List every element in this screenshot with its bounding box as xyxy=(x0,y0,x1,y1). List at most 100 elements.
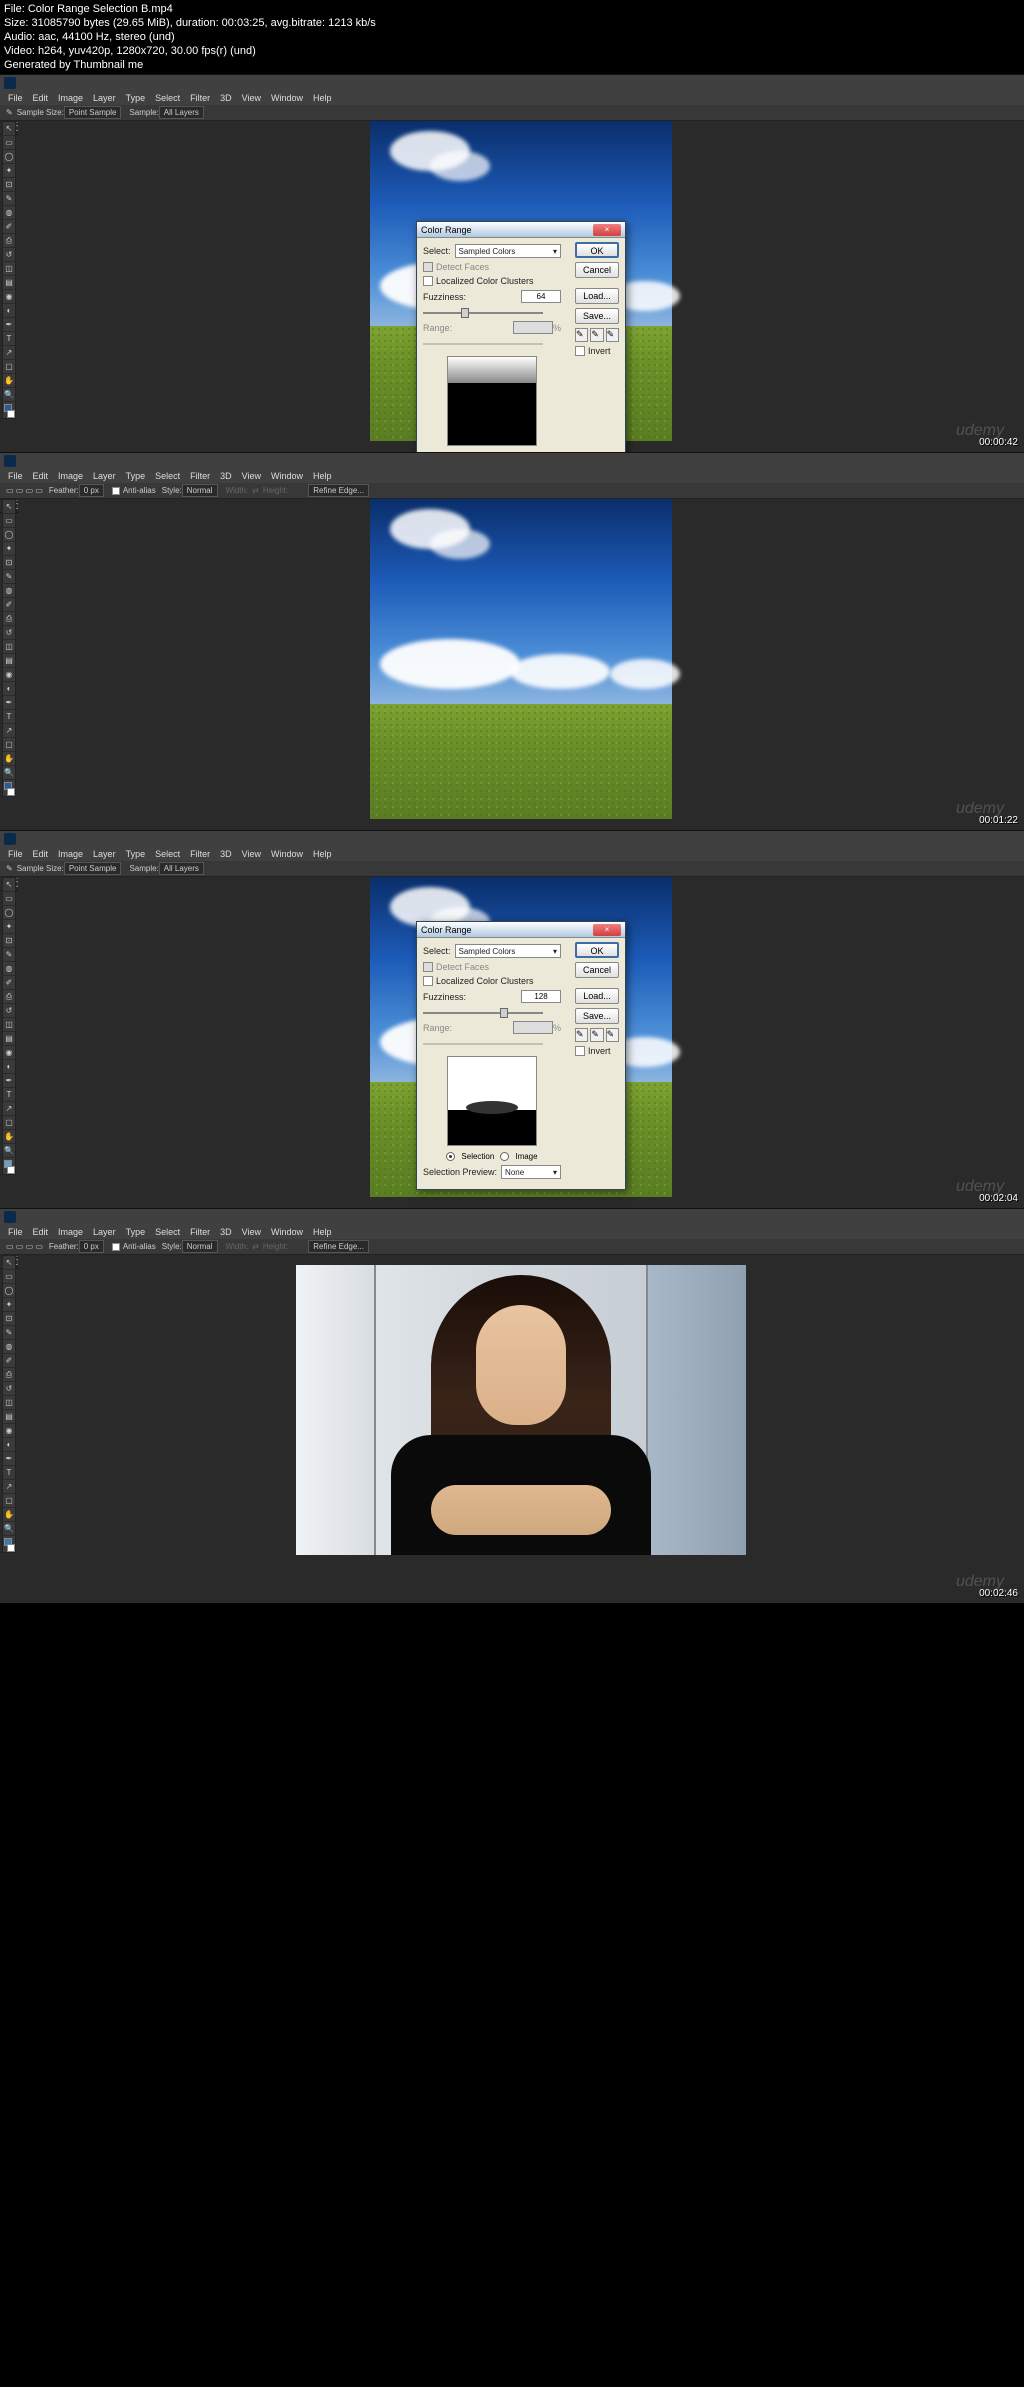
detect-faces-checkbox xyxy=(423,262,433,272)
save-button[interactable]: Save... xyxy=(575,1008,619,1024)
sample-label: Sample: xyxy=(129,108,158,117)
color-range-dialog[interactable]: Color Range × Select: Sampled Colors▾ De… xyxy=(416,221,626,490)
selection-preview xyxy=(447,356,537,446)
menu-edit[interactable]: Edit xyxy=(33,93,49,103)
eyedropper-tool-icon[interactable]: ✎ xyxy=(3,192,15,206)
feather-input[interactable]: 0 px xyxy=(79,484,104,497)
close-icon[interactable]: × xyxy=(593,924,621,936)
load-button[interactable]: Load... xyxy=(575,988,619,1004)
toolbox[interactable]: ↖▭◯✦⊡✎◍✐⎙↺◫▤◉◐✒T↗▢✋🔍 xyxy=(2,1255,16,1553)
move-tool-icon[interactable]: ↖ xyxy=(3,122,15,136)
lasso-tool-icon[interactable]: ◯ xyxy=(3,150,15,164)
menu-window[interactable]: Window xyxy=(271,93,303,103)
eyedropper-icon[interactable]: ✎ xyxy=(575,328,588,342)
wand-tool-icon[interactable]: ✦ xyxy=(3,164,15,178)
selection-preview xyxy=(447,1056,537,1146)
select-dropdown[interactable]: Sampled Colors▾ xyxy=(455,244,561,258)
close-icon[interactable]: × xyxy=(593,224,621,236)
frame-2: FileEditImageLayerTypeSelectFilter3DView… xyxy=(0,452,1024,830)
range-input xyxy=(513,321,553,334)
frame-4: FileEditImageLayerTypeSelectFilter3DView… xyxy=(0,1208,1024,1603)
document-image xyxy=(296,1265,746,1555)
document-image xyxy=(370,499,672,819)
load-button[interactable]: Load... xyxy=(575,288,619,304)
shape-tool-icon[interactable]: ▢ xyxy=(3,360,15,374)
dialog-title-text: Color Range xyxy=(421,225,472,235)
invert-label: Invert xyxy=(588,346,611,356)
menu-file[interactable]: File xyxy=(8,93,23,103)
ok-button[interactable]: OK xyxy=(575,942,619,958)
toolbox[interactable]: ↖▭◯✦⊡✎◍✐⎙↺◫▤◉◐✒T↗▢✋🔍 xyxy=(2,499,16,797)
eyedropper-minus-icon[interactable]: ✎ xyxy=(606,328,619,342)
save-button[interactable]: Save... xyxy=(575,308,619,324)
menu-layer[interactable]: Layer xyxy=(93,93,116,103)
fuzziness-label: Fuzziness: xyxy=(423,292,517,302)
sample-select[interactable]: All Layers xyxy=(159,106,204,119)
menu-image[interactable]: Image xyxy=(58,93,83,103)
color-range-dialog[interactable]: Color Range × Select: Sampled Colors▾ De… xyxy=(416,921,626,1190)
pen-tool-icon[interactable]: ✒ xyxy=(3,318,15,332)
canvas[interactable] xyxy=(18,1255,1024,1603)
menubar[interactable]: FileEditImageLayerTypeSelectFilter3DView… xyxy=(0,847,1024,861)
ok-button[interactable]: OK xyxy=(575,242,619,258)
localized-checkbox[interactable] xyxy=(423,276,433,286)
frame-3: FileEditImageLayerTypeSelectFilter3DView… xyxy=(0,830,1024,1208)
stamp-tool-icon[interactable]: ⎙ xyxy=(3,234,15,248)
hand-tool-icon[interactable]: ✋ xyxy=(3,374,15,388)
sample-size-label: Sample Size: xyxy=(17,108,64,117)
options-bar: ✎ Sample Size: Point Sample Sample: All … xyxy=(0,105,1024,121)
ps-icon xyxy=(4,77,16,89)
menu-3d[interactable]: 3D xyxy=(220,93,232,103)
color-swatch[interactable] xyxy=(3,402,15,418)
timestamp: 00:00:42 xyxy=(979,437,1018,448)
fuzziness-input[interactable] xyxy=(521,290,561,303)
heal-tool-icon[interactable]: ◍ xyxy=(3,206,15,220)
type-tool-icon[interactable]: T xyxy=(3,332,15,346)
cancel-button[interactable]: Cancel xyxy=(575,962,619,978)
dialog-titlebar[interactable]: Color Range × xyxy=(417,222,625,238)
toolbox[interactable]: ↖▭◯✦⊡✎◍✐⎙↺◫▤◉◐✒T↗▢✋🔍 xyxy=(2,877,16,1175)
menu-select[interactable]: Select xyxy=(155,93,180,103)
range-label: Range: xyxy=(423,323,509,333)
menu-help[interactable]: Help xyxy=(313,93,332,103)
ps-icon xyxy=(4,1211,16,1223)
menubar[interactable]: FileEditImageLayerTypeSelectFilter3DView… xyxy=(0,1225,1024,1239)
menu-type[interactable]: Type xyxy=(126,93,146,103)
timestamp: 00:02:46 xyxy=(979,1588,1018,1599)
crop-tool-icon[interactable]: ⊡ xyxy=(3,178,15,192)
path-tool-icon[interactable]: ↗ xyxy=(3,346,15,360)
canvas[interactable] xyxy=(18,499,1024,830)
brush-tool-icon[interactable]: ✐ xyxy=(3,220,15,234)
menubar[interactable]: FileEditImageLayerTypeSelectFilter3DView… xyxy=(0,469,1024,483)
timestamp: 00:02:04 xyxy=(979,1193,1018,1204)
menu-view[interactable]: View xyxy=(242,93,261,103)
blur-tool-icon[interactable]: ◉ xyxy=(3,290,15,304)
fuzziness-input[interactable] xyxy=(521,990,561,1003)
menu-filter[interactable]: Filter xyxy=(190,93,210,103)
localized-label: Localized Color Clusters xyxy=(436,276,534,286)
eyedropper-plus-icon[interactable]: ✎ xyxy=(590,328,603,342)
menubar[interactable]: File Edit Image Layer Type Select Filter… xyxy=(0,91,1024,105)
gradient-tool-icon[interactable]: ▤ xyxy=(3,276,15,290)
ps-titlebar xyxy=(0,75,1024,91)
ps-icon xyxy=(4,455,16,467)
range-slider xyxy=(423,338,543,350)
file-info-header: File: Color Range Selection B.mp4 Size: … xyxy=(0,0,1024,74)
marquee-tool-icon[interactable]: ▭ xyxy=(3,136,15,150)
history-tool-icon[interactable]: ↺ xyxy=(3,248,15,262)
sample-size-select[interactable]: Point Sample xyxy=(64,106,122,119)
zoom-tool-icon[interactable]: 🔍 xyxy=(3,388,15,402)
invert-checkbox[interactable] xyxy=(575,346,585,356)
fuzziness-slider[interactable] xyxy=(423,307,543,319)
eyedropper-icon: ✎ xyxy=(6,108,13,117)
eraser-tool-icon[interactable]: ◫ xyxy=(3,262,15,276)
timestamp: 00:01:22 xyxy=(979,815,1018,826)
ps-icon xyxy=(4,833,16,845)
style-select[interactable]: Normal xyxy=(182,484,218,497)
dodge-tool-icon[interactable]: ◐ xyxy=(3,304,15,318)
select-label: Select: xyxy=(423,246,451,256)
options-bar: ▭ ▭ ▭ ▭ Feather: 0 px Anti-alias Style: … xyxy=(0,483,1024,499)
cancel-button[interactable]: Cancel xyxy=(575,262,619,278)
toolbox[interactable]: ↖ ▭ ◯ ✦ ⊡ ✎ ◍ ✐ ⎙ ↺ ◫ ▤ ◉ ◐ ✒ T ↗ ▢ ✋ 🔍 xyxy=(2,121,16,419)
refine-edge-button[interactable]: Refine Edge... xyxy=(308,484,369,497)
